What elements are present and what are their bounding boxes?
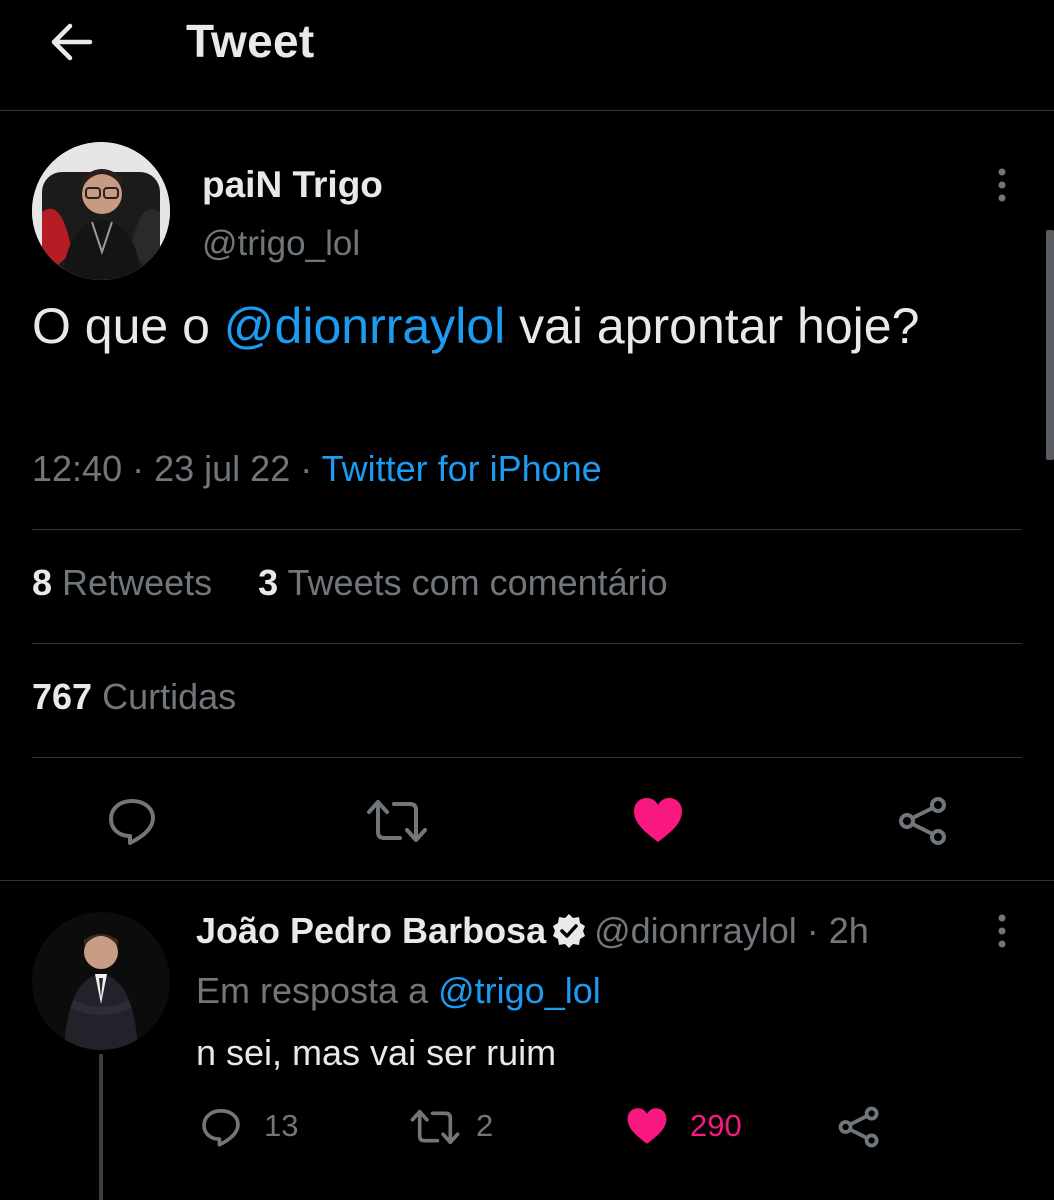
author-handle[interactable]: @trigo_lol [202, 224, 360, 264]
mention-link[interactable]: @dionrraylol [224, 298, 505, 354]
avatar[interactable] [32, 142, 170, 280]
divider [32, 643, 1022, 644]
divider [0, 880, 1054, 881]
back-arrow-icon[interactable] [48, 20, 96, 64]
meta-separator: · [300, 448, 322, 489]
likes-stat[interactable]: 767 Curtidas [32, 676, 236, 718]
tweet-source[interactable]: Twitter for iPhone [322, 448, 602, 489]
tweet-text-end: vai aprontar hoje? [505, 298, 920, 354]
reply-context: Em resposta a @trigo_lol [196, 970, 601, 1012]
retweet-icon[interactable] [410, 1108, 460, 1151]
tweet-page: Tweet paiN Trigo @trigo_lol O que o @dio… [0, 0, 1054, 1200]
divider [32, 757, 1022, 758]
reply-avatar[interactable] [32, 912, 170, 1050]
reply-to-label: Em resposta a [196, 970, 429, 1011]
share-icon[interactable] [838, 1106, 880, 1153]
tweet-meta: 12:40 · 23 jul 22 · Twitter for iPhone [32, 448, 602, 490]
thread-line [99, 1054, 103, 1200]
meta-separator: · [796, 910, 829, 951]
verified-icon [550, 912, 588, 950]
retweets-stat[interactable]: 8 Retweets [32, 562, 212, 603]
quotes-count: 3 [258, 562, 279, 603]
reply-like-count: 290 [690, 1108, 742, 1143]
heart-icon[interactable] [626, 1106, 668, 1151]
tweet-time[interactable]: 12:40 [32, 448, 122, 489]
share-icon[interactable] [898, 796, 948, 851]
reply-reply-count: 13 [264, 1108, 299, 1143]
likes-count: 767 [32, 676, 93, 717]
reply-to-mention[interactable]: @trigo_lol [438, 970, 601, 1011]
quotes-stat[interactable]: 3 Tweets com comentário [258, 562, 668, 603]
heart-icon[interactable] [632, 796, 684, 849]
meta-separator: · [132, 448, 155, 489]
tweet-date[interactable]: 23 jul 22 [154, 448, 290, 489]
top-bar: Tweet [0, 0, 1054, 111]
quotes-label: Tweets com comentário [287, 562, 668, 603]
reply-text: n sei, mas vai ser ruim [196, 1032, 557, 1073]
reply-icon[interactable] [200, 1106, 242, 1153]
scrollbar[interactable] [1046, 230, 1054, 460]
reply-author-name[interactable]: João Pedro Barbosa [196, 910, 546, 951]
reply-retweet-count: 2 [476, 1108, 494, 1143]
tweet-text: O que o @dionrraylol vai aprontar hoje? [32, 290, 1012, 362]
more-icon[interactable] [992, 164, 1012, 210]
retweets-label: Retweets [62, 562, 213, 603]
stats-row: 8 Retweets 3 Tweets com comentário [32, 562, 668, 604]
reply-author-handle[interactable]: @dionrraylol [594, 910, 797, 951]
page-title: Tweet [186, 15, 315, 67]
tweet-text-start: O que o [32, 298, 224, 354]
retweet-icon[interactable] [366, 798, 428, 849]
author-name[interactable]: paiN Trigo [202, 164, 383, 206]
reply-age[interactable]: 2h [829, 910, 869, 951]
likes-label: Curtidas [102, 676, 237, 717]
retweets-count: 8 [32, 562, 53, 603]
reply-header: João Pedro Barbosa @dionrraylol · 2h [196, 910, 869, 952]
reply-icon[interactable] [106, 796, 158, 851]
more-icon[interactable] [992, 910, 1012, 956]
divider [32, 529, 1022, 530]
